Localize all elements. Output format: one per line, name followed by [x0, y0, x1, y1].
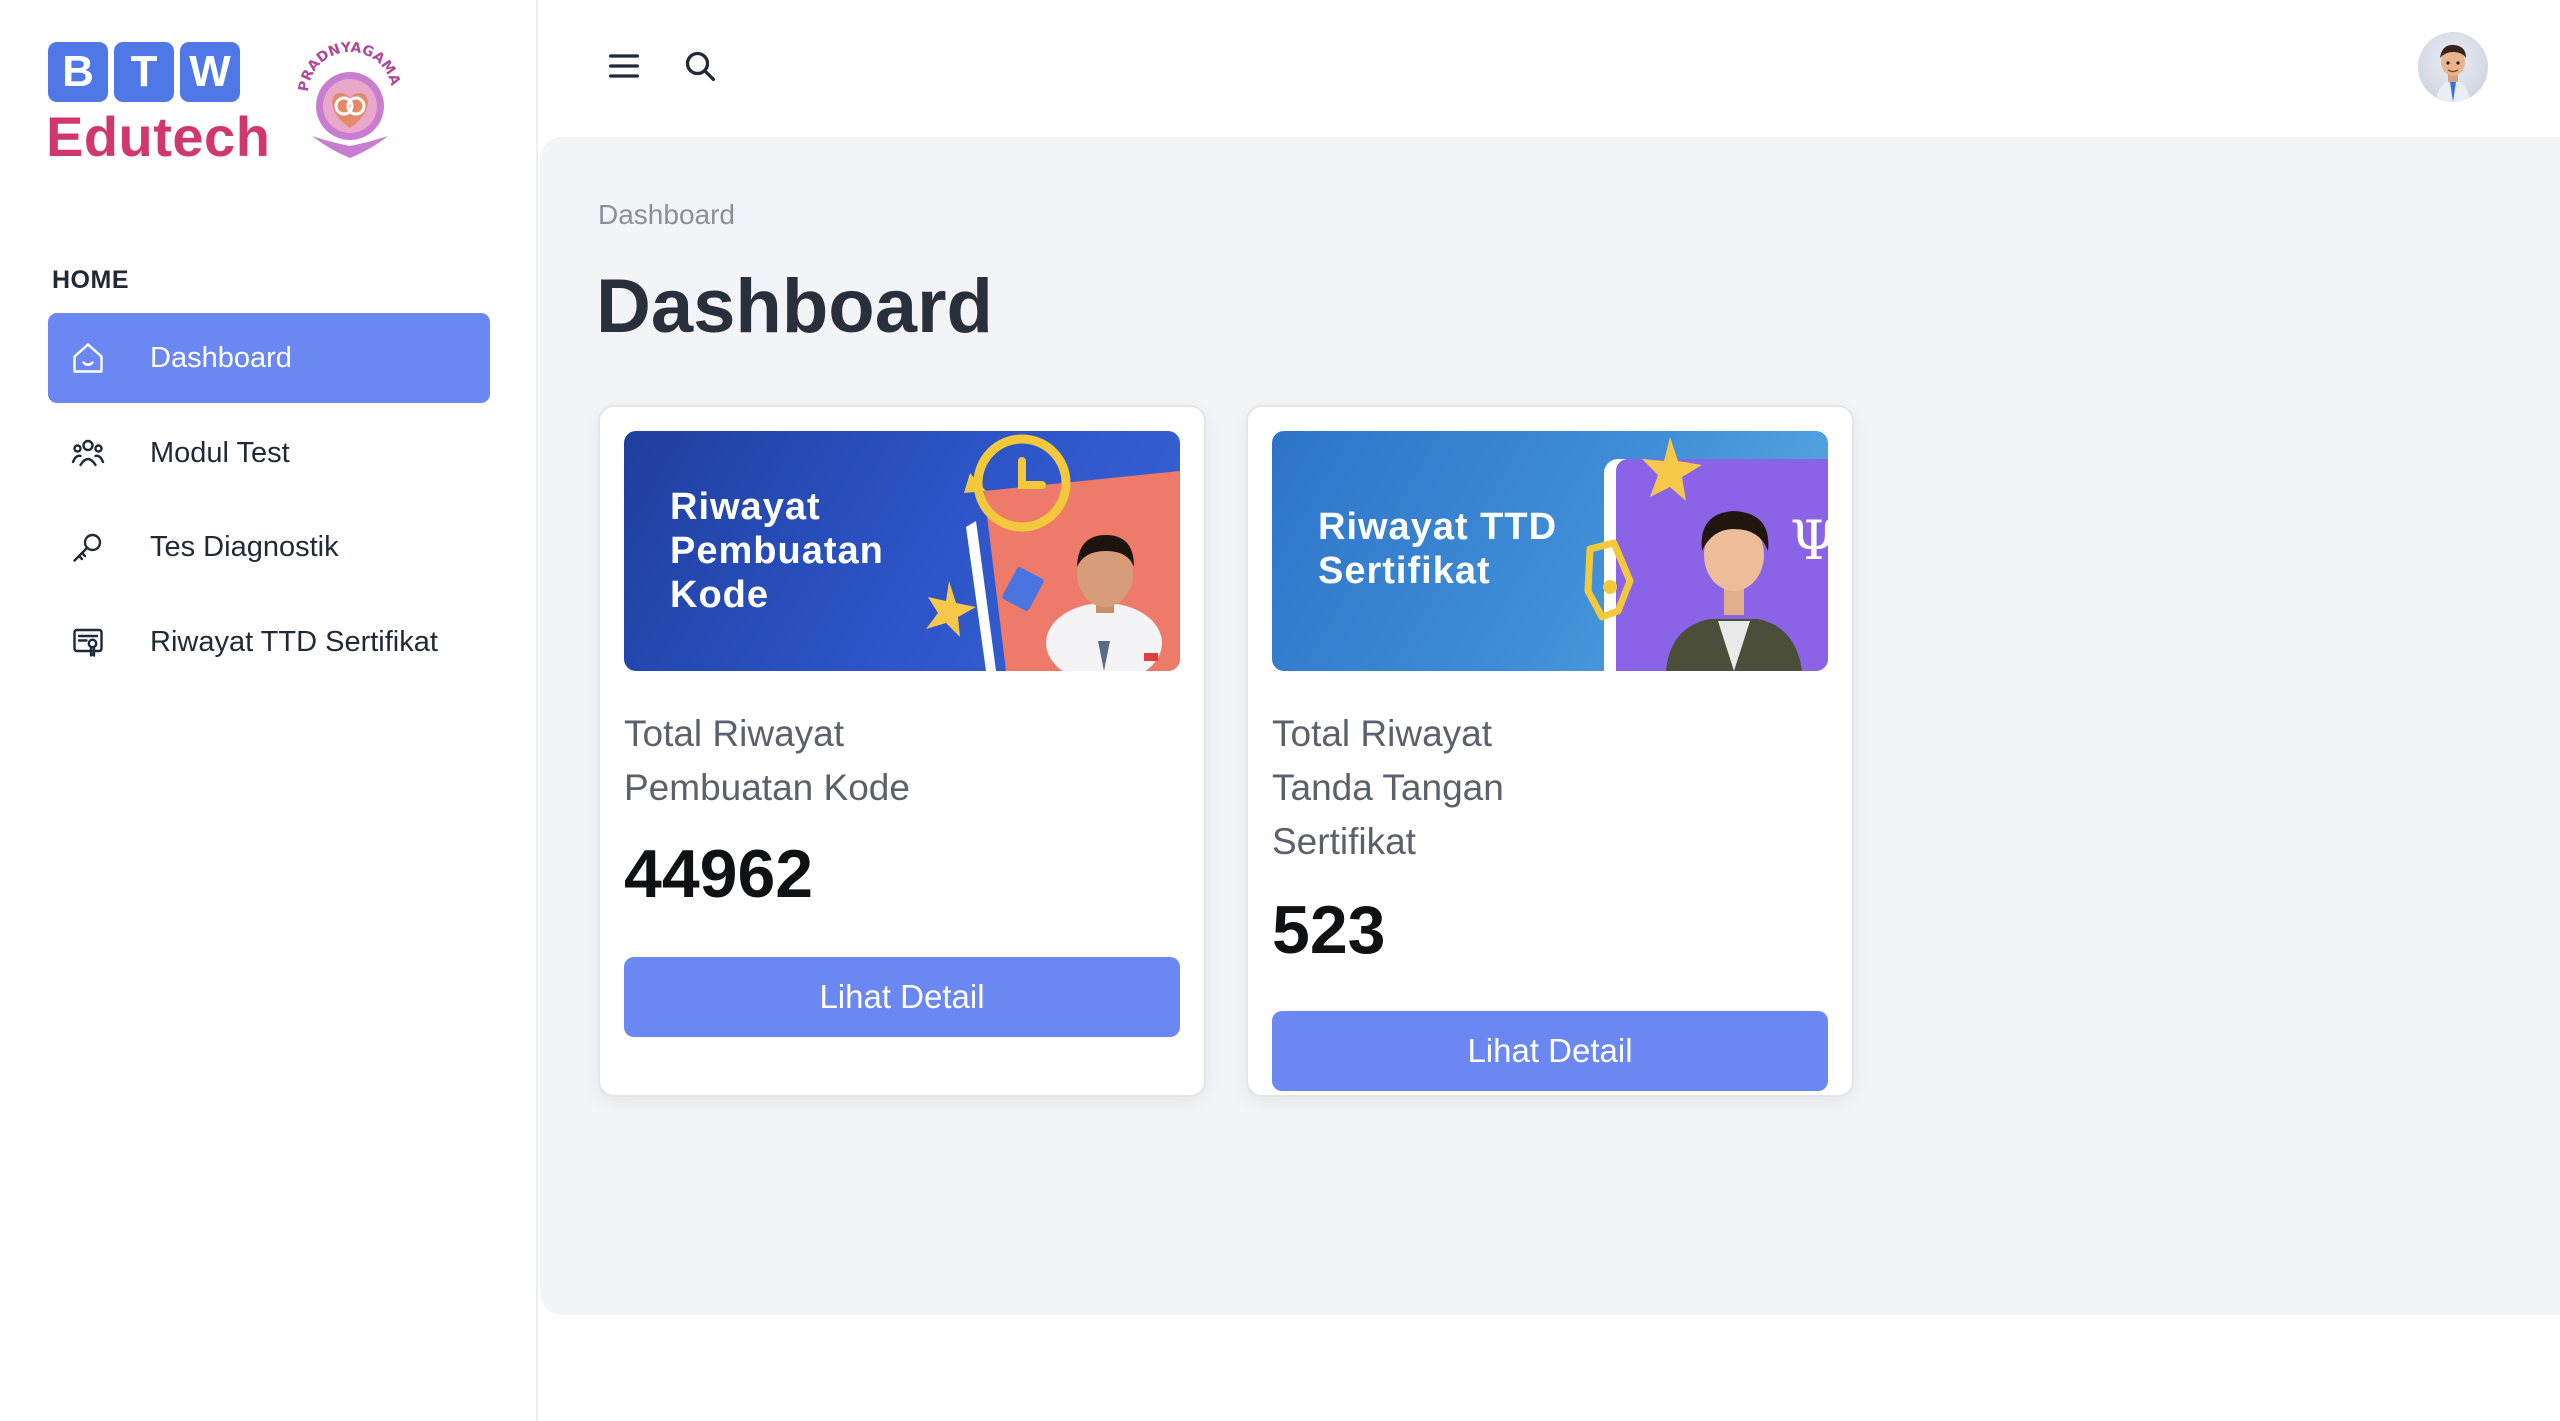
pradnyagama-seal-icon: PRADNYAGAMA: [296, 40, 403, 158]
users-icon: [68, 433, 108, 473]
card-label: Total Riwayat Pembuatan Kode: [624, 713, 910, 808]
sidebar-section-home: HOME: [52, 266, 129, 294]
top-bar: [540, 0, 2560, 136]
sidebar-item-label: Modul Test: [150, 436, 290, 469]
sidebar-item-label: Tes Diagnostik: [150, 530, 339, 563]
avatar-illustration: [2436, 44, 2470, 102]
sidebar-item-label: Dashboard: [150, 341, 292, 374]
card-banner: Ψ Riwayat TTD Sertifikat: [1272, 431, 1828, 671]
hamburger-menu-icon[interactable]: [604, 46, 644, 86]
sidebar-item-dashboard[interactable]: Dashboard: [48, 313, 490, 403]
lihat-detail-button[interactable]: Lihat Detail: [624, 957, 1180, 1037]
sidebar-item-riwayat-ttd-sertifikat[interactable]: Riwayat TTD Sertifikat: [48, 597, 490, 687]
home-icon: [68, 338, 108, 378]
lihat-detail-button[interactable]: Lihat Detail: [1272, 1011, 1828, 1091]
main-content: Dashboard Dashboard Riwayat Pembuatan Ko…: [540, 137, 2560, 1315]
logo-wordmark: Edutech: [46, 105, 271, 168]
user-avatar[interactable]: [2418, 32, 2488, 102]
svg-text:Ψ: Ψ: [1790, 509, 1828, 572]
card-value: 523: [1272, 892, 1386, 968]
banner-title: Riwayat TTD Sertifikat: [1318, 506, 1558, 592]
page-title: Dashboard: [596, 264, 993, 349]
stat-card-riwayat-ttd-sertifikat: Ψ Riwayat TTD Sertifikat Total Riwayat T…: [1246, 405, 1854, 1097]
btw-logo: B T W: [48, 42, 240, 102]
card-label: Total Riwayat Tanda Tangan Sertifikat: [1272, 713, 1504, 862]
sidebar-item-label: Riwayat TTD Sertifikat: [150, 625, 438, 658]
search-icon[interactable]: [680, 46, 720, 86]
logo-letter-w: W: [180, 42, 240, 102]
certificate-icon: [68, 622, 108, 662]
sidebar: B T W Edutech PRADNYAGAMA HOME Dashboard…: [0, 0, 538, 1421]
sidebar-item-tes-diagnostik[interactable]: Tes Diagnostik: [48, 502, 490, 592]
logo-letter-t: T: [114, 42, 174, 102]
stat-card-riwayat-pembuatan-kode: Riwayat Pembuatan Kode Total Riwayat Pem…: [598, 405, 1206, 1097]
banner-title: Riwayat Pembuatan Kode: [670, 486, 884, 616]
card-value: 44962: [624, 836, 814, 912]
card-banner: Riwayat Pembuatan Kode: [624, 431, 1180, 671]
breadcrumb[interactable]: Dashboard: [598, 199, 735, 231]
logo-letter-b: B: [48, 42, 108, 102]
sidebar-item-modul-test[interactable]: Modul Test: [48, 408, 490, 498]
key-icon: [68, 527, 108, 567]
